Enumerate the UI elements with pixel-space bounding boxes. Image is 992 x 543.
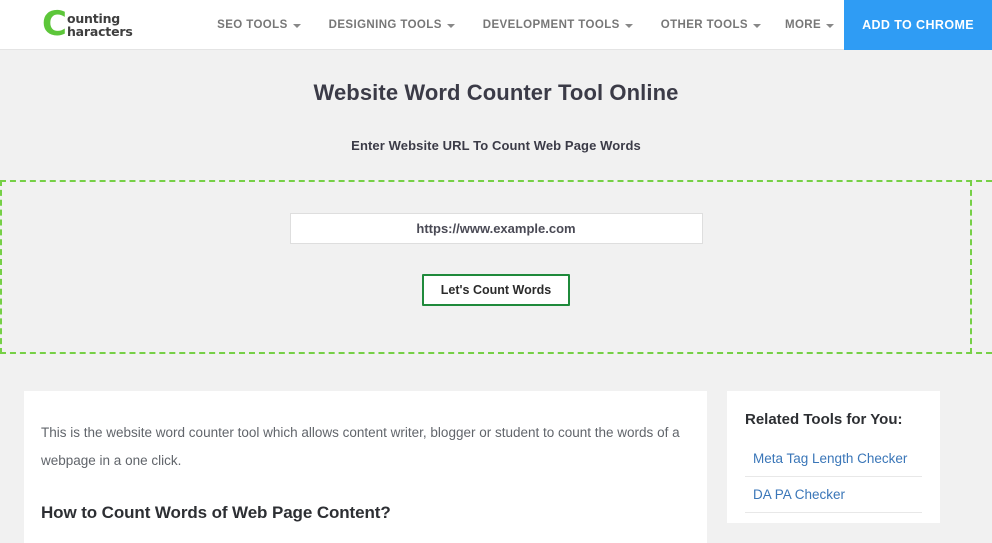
logo-wordmark: ounting haracters [67, 12, 133, 38]
nav-item-development-tools[interactable]: DEVELOPMENT TOOLS [469, 0, 647, 50]
main-navigation: SEO TOOLS DESIGNING TOOLS DEVELOPMENT TO… [203, 0, 992, 50]
nav-item-seo-tools[interactable]: SEO TOOLS [203, 0, 314, 50]
logo-line-1: ounting [66, 10, 121, 26]
article-intro-paragraph: This is the website word counter tool wh… [41, 425, 680, 468]
add-to-chrome-button[interactable]: ADD TO CHROME [844, 0, 992, 50]
article-heading: How to Count Words of Web Page Content? [41, 503, 391, 522]
nav-label-designing-tools: DESIGNING TOOLS [328, 18, 442, 31]
logo-c-icon: C [42, 3, 67, 44]
chevron-down-icon [826, 23, 835, 28]
site-logo[interactable]: C ounting haracters [42, 3, 133, 44]
nav-item-other-tools[interactable]: OTHER TOOLS [647, 0, 771, 50]
chevron-down-icon [292, 23, 301, 28]
nav-label-more: MORE [784, 18, 822, 31]
lets-count-words-button[interactable]: Let's Count Words [421, 274, 571, 306]
page-subtitle: Enter Website URL To Count Web Page Word… [351, 138, 641, 153]
chevron-down-icon [752, 23, 761, 28]
logo-line-2: haracters [66, 23, 133, 39]
website-url-input[interactable] [289, 213, 703, 244]
hero-section: Website Word Counter Tool Online Enter W… [0, 50, 992, 153]
content-row: This is the website word counter tool wh… [24, 354, 968, 543]
nav-item-designing-tools[interactable]: DESIGNING TOOLS [315, 0, 469, 50]
nav-item-more[interactable]: MORE [771, 0, 844, 50]
related-link-meta-tag-length-checker[interactable]: Meta Tag Length Checker [745, 441, 922, 476]
page-title: Website Word Counter Tool Online [313, 80, 679, 105]
nav-label-other-tools: OTHER TOOLS [660, 18, 748, 31]
url-tool-panel: Let's Count Words [0, 180, 992, 354]
article-card: This is the website word counter tool wh… [24, 391, 707, 543]
chevron-down-icon [446, 23, 455, 28]
nav-label-seo-tools: SEO TOOLS [217, 18, 288, 31]
related-tools-list: Meta Tag Length Checker DA PA Checker [745, 441, 922, 513]
related-tools-card: Related Tools for You: Meta Tag Length C… [727, 391, 940, 523]
related-tools-title: Related Tools for You: [745, 411, 903, 428]
list-item: Meta Tag Length Checker [745, 441, 922, 477]
site-header: C ounting haracters SEO TOOLS DESIGNING … [0, 0, 992, 50]
chevron-down-icon [624, 23, 633, 28]
related-link-da-pa-checker[interactable]: DA PA Checker [745, 477, 922, 512]
nav-label-development-tools: DEVELOPMENT TOOLS [482, 18, 620, 31]
